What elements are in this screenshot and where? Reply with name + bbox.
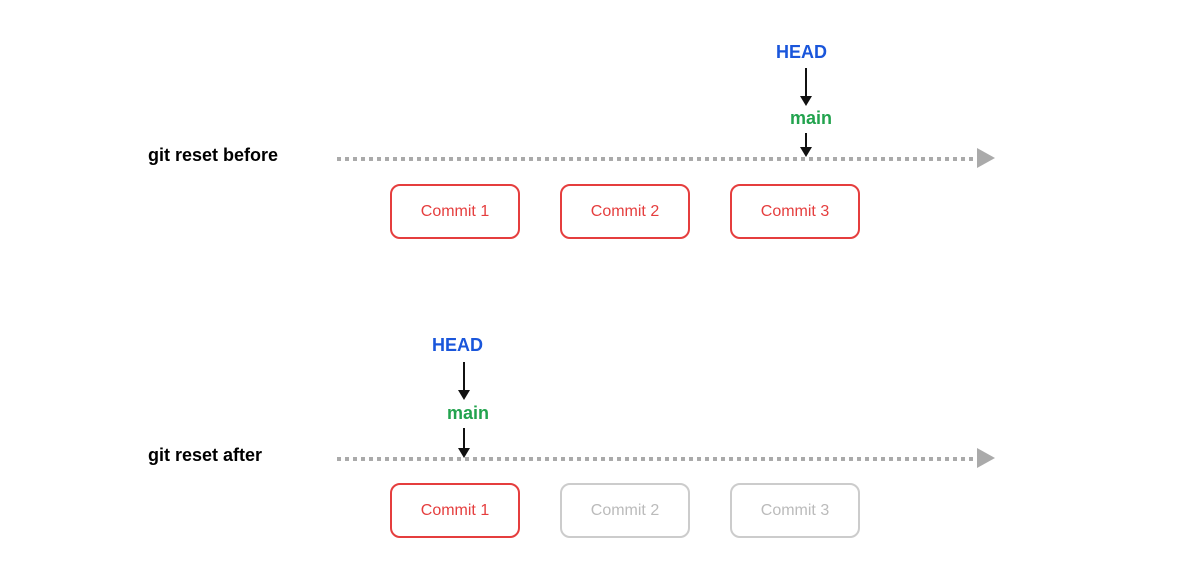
after-commit-2: Commit 2 xyxy=(560,483,690,538)
after-timeline-arrow xyxy=(977,448,995,468)
before-head-label: HEAD xyxy=(776,42,827,63)
after-commit-3: Commit 3 xyxy=(730,483,860,538)
after-head-label: HEAD xyxy=(432,335,483,356)
before-head-to-main-arrow xyxy=(800,68,812,106)
after-commit-1: Commit 1 xyxy=(390,483,520,538)
diagram-container: git reset before HEAD main Commit 1 Comm… xyxy=(0,0,1203,576)
before-main-to-timeline-arrow xyxy=(800,133,812,157)
before-main-label: main xyxy=(790,108,832,129)
after-label: git reset after xyxy=(148,445,262,466)
after-head-to-main-arrow xyxy=(458,362,470,400)
before-timeline-arrow xyxy=(977,148,995,168)
after-timeline xyxy=(337,457,977,461)
after-main-to-timeline-arrow xyxy=(458,428,470,458)
before-timeline xyxy=(337,157,977,161)
before-commit-2: Commit 2 xyxy=(560,184,690,239)
before-commit-1: Commit 1 xyxy=(390,184,520,239)
before-label: git reset before xyxy=(148,145,278,166)
after-main-label: main xyxy=(447,403,489,424)
before-commit-3: Commit 3 xyxy=(730,184,860,239)
